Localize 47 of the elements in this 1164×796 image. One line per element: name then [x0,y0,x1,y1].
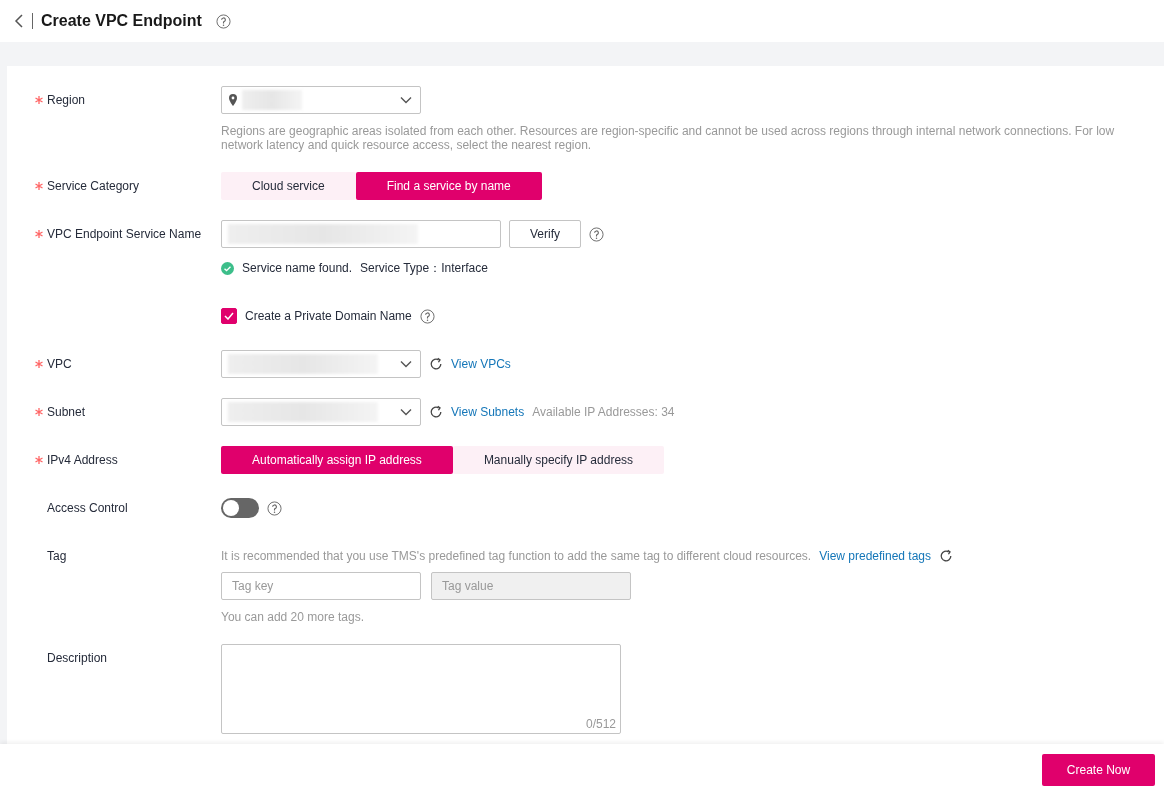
tag-hint: It is recommended that you use TMS's predefined tag function to add the same tag to different cloud resources. [221,549,812,563]
field-label: Tag [47,548,67,565]
refresh-icon[interactable] [429,357,443,371]
checkbox[interactable] [221,308,237,324]
location-pin-icon [228,94,238,106]
field-label: Description [47,650,108,667]
checkmark-icon [224,312,234,320]
field-label: IPv4 Address [47,452,118,469]
redacted-value [242,90,302,110]
create-now-button[interactable]: Create Now [1042,754,1155,786]
status-message: Service name found. [242,261,353,275]
toggle-switch[interactable] [221,498,259,518]
chevron-down-icon [400,96,412,104]
field-label: VPC [47,356,72,373]
view-link[interactable]: View VPCs [451,357,511,371]
page-title: Create VPC Endpoint [41,12,202,30]
service-name-input[interactable] [221,220,501,248]
segment-option[interactable]: Cloud service [221,172,356,200]
description-textarea[interactable]: 0/512 [221,644,621,734]
help-icon[interactable] [267,500,282,516]
available-ip-count: Available IP Addresses: 34 [532,405,675,419]
help-icon[interactable] [419,308,435,324]
chevron-down-icon [400,408,412,416]
success-check-icon [221,261,234,275]
tag-count-note: You can add 20 more tags. [221,610,365,624]
checkbox-label: Create a Private Domain Name [245,309,412,323]
service-type: Service Type：Interface [360,259,488,277]
back-icon[interactable] [14,14,24,28]
chevron-down-icon [400,360,412,368]
predefined-tags-link[interactable]: View predefined tags [819,549,932,563]
tag-key-input[interactable]: Tag key [221,572,421,600]
segment-option[interactable]: Manually specify IP address [452,446,665,474]
field-label: Region [47,92,86,109]
field-label: Subnet [47,404,86,421]
field-label: VPC Endpoint Service Name [47,226,202,243]
refresh-icon[interactable] [429,405,443,419]
refresh-icon[interactable] [939,549,954,563]
view-link[interactable]: View Subnets [451,405,525,419]
character-counter: 0/512 [585,717,616,731]
verify-button[interactable]: Verify [509,220,581,248]
field-label: Service Category [47,178,140,195]
help-icon[interactable] [215,13,231,29]
help-icon[interactable] [589,226,604,242]
field-label: Access Control [47,500,128,517]
region-hint: Regions are geographic areas isolated from each other. Resources are region-specific and cannot be used across regions through internal network connections. For low network latency and quick resource access, select the nearest region. [221,124,1116,152]
segment-option[interactable]: Find a service by name [355,172,542,200]
segment-option[interactable]: Automatically assign IP address [221,446,453,474]
